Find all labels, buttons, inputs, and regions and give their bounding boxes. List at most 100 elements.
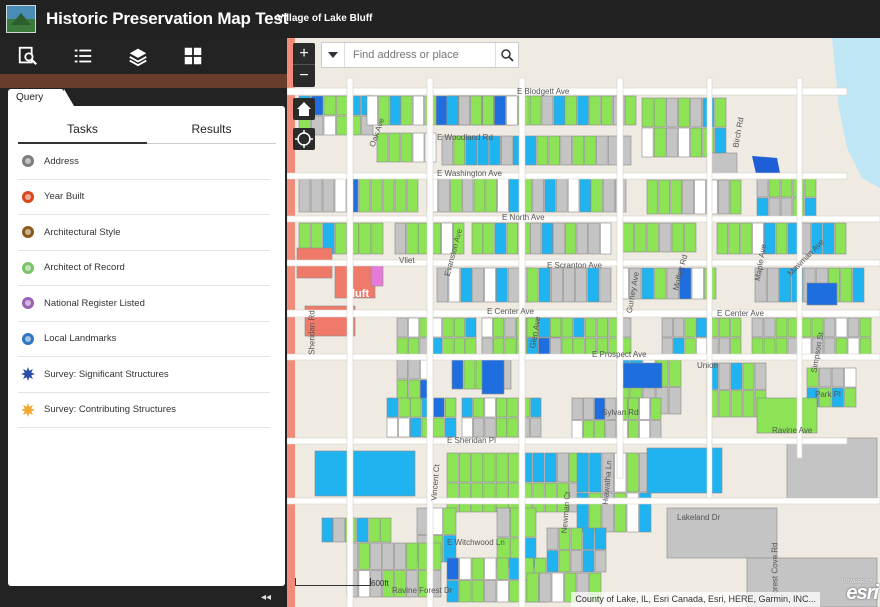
zoom-out-button[interactable]: − bbox=[293, 65, 315, 87]
task-item[interactable]: Architect of Record bbox=[18, 251, 270, 286]
parcel bbox=[506, 222, 518, 255]
scale-bar bbox=[295, 578, 371, 586]
parcel bbox=[718, 317, 730, 338]
parcel bbox=[382, 542, 394, 570]
circle-icon bbox=[22, 297, 34, 310]
parcel bbox=[442, 317, 454, 338]
parcel bbox=[716, 222, 729, 255]
parcel bbox=[358, 542, 371, 570]
search-button[interactable] bbox=[495, 43, 518, 67]
parcel bbox=[484, 267, 496, 303]
task-item[interactable]: Survey: Contributing Structures bbox=[18, 393, 270, 428]
parcel bbox=[665, 97, 678, 128]
parcel bbox=[446, 95, 459, 126]
search-source-dropdown[interactable] bbox=[322, 43, 345, 67]
parcel bbox=[507, 397, 519, 418]
parcel bbox=[567, 177, 580, 213]
road bbox=[616, 77, 624, 479]
parcel bbox=[544, 482, 557, 513]
parcel bbox=[546, 550, 559, 573]
home-button[interactable] bbox=[293, 98, 315, 120]
parcel bbox=[481, 357, 505, 395]
parcel bbox=[458, 482, 471, 513]
road-label: E Witchwood Ln bbox=[447, 538, 505, 547]
parcel bbox=[446, 557, 459, 580]
locate-button[interactable] bbox=[293, 128, 315, 150]
parcel bbox=[408, 317, 420, 338]
task-item[interactable]: Local Landmarks bbox=[18, 322, 270, 357]
parcel bbox=[634, 222, 647, 253]
task-item[interactable]: Architectural Style bbox=[18, 215, 270, 251]
parcel bbox=[463, 359, 476, 390]
parcel bbox=[398, 417, 410, 438]
parcel bbox=[323, 115, 336, 136]
parcel bbox=[556, 177, 568, 213]
parcel bbox=[756, 197, 769, 218]
parcel bbox=[780, 197, 793, 218]
parcel bbox=[844, 387, 857, 408]
map-view[interactable]: E Blodgett Ave E Woodland Rd E Washington … bbox=[287, 38, 880, 607]
layers-tool-button[interactable] bbox=[110, 38, 165, 74]
circle-icon bbox=[22, 332, 34, 345]
star-icon bbox=[21, 367, 35, 382]
zoom-in-button[interactable]: + bbox=[293, 43, 315, 65]
parcel bbox=[445, 397, 457, 418]
star-icon bbox=[21, 402, 35, 417]
task-item[interactable]: Survey: Significant Structures bbox=[18, 357, 270, 393]
road bbox=[426, 77, 434, 607]
query-tool-button[interactable] bbox=[0, 38, 55, 74]
parcel bbox=[577, 95, 589, 126]
parcel bbox=[596, 317, 608, 338]
road-label: Park Pl bbox=[815, 390, 841, 399]
legend-tool-button[interactable] bbox=[55, 38, 110, 74]
app-header: Historic Preservation Map Test Village o… bbox=[0, 0, 880, 38]
parcel bbox=[496, 267, 508, 303]
parcel bbox=[589, 95, 601, 126]
parcel bbox=[388, 132, 401, 163]
task-item[interactable]: National Register Listed bbox=[18, 286, 270, 322]
tab-tasks[interactable]: Tasks bbox=[18, 120, 147, 144]
parcel bbox=[470, 95, 482, 126]
parcel bbox=[588, 222, 600, 255]
parcel bbox=[412, 95, 424, 126]
parcel bbox=[334, 177, 347, 213]
parcel bbox=[823, 222, 835, 255]
app-subtitle: Village of Lake Bluff bbox=[277, 13, 373, 24]
parcel bbox=[859, 317, 872, 338]
parcel bbox=[483, 222, 495, 255]
road-label: Ravine Ave bbox=[772, 426, 813, 435]
parcel bbox=[433, 397, 445, 418]
parcel bbox=[591, 177, 603, 213]
parcel bbox=[570, 550, 583, 573]
parcel bbox=[484, 397, 496, 418]
parcel bbox=[852, 267, 865, 303]
parcel bbox=[538, 267, 551, 303]
search-input[interactable] bbox=[345, 49, 495, 61]
parcel bbox=[471, 222, 483, 255]
task-item[interactable]: Address bbox=[18, 144, 270, 180]
parcel bbox=[571, 397, 583, 420]
parcel bbox=[508, 452, 520, 483]
parcel bbox=[358, 177, 371, 213]
parcel bbox=[639, 397, 651, 420]
parcel bbox=[435, 95, 448, 126]
collapse-panel-button[interactable]: ◂◂ bbox=[261, 592, 271, 603]
parcel bbox=[526, 572, 539, 603]
basemap-tool-button[interactable] bbox=[165, 38, 220, 74]
parcel bbox=[684, 222, 697, 253]
parcel bbox=[658, 179, 671, 215]
road-label: Forest Cove Rd bbox=[770, 542, 780, 599]
parcel bbox=[576, 222, 588, 255]
task-item[interactable]: Year Built bbox=[18, 180, 270, 215]
tab-results[interactable]: Results bbox=[147, 120, 276, 144]
parcel bbox=[673, 317, 685, 338]
parcel bbox=[451, 359, 464, 390]
query-panel-tab[interactable]: Query bbox=[8, 89, 74, 106]
parcel bbox=[756, 177, 769, 198]
locate-icon bbox=[295, 130, 313, 148]
parcel bbox=[691, 267, 704, 300]
parcel bbox=[835, 317, 848, 338]
parcel bbox=[497, 177, 509, 213]
panel-strip bbox=[0, 74, 287, 88]
parcel bbox=[495, 482, 508, 513]
